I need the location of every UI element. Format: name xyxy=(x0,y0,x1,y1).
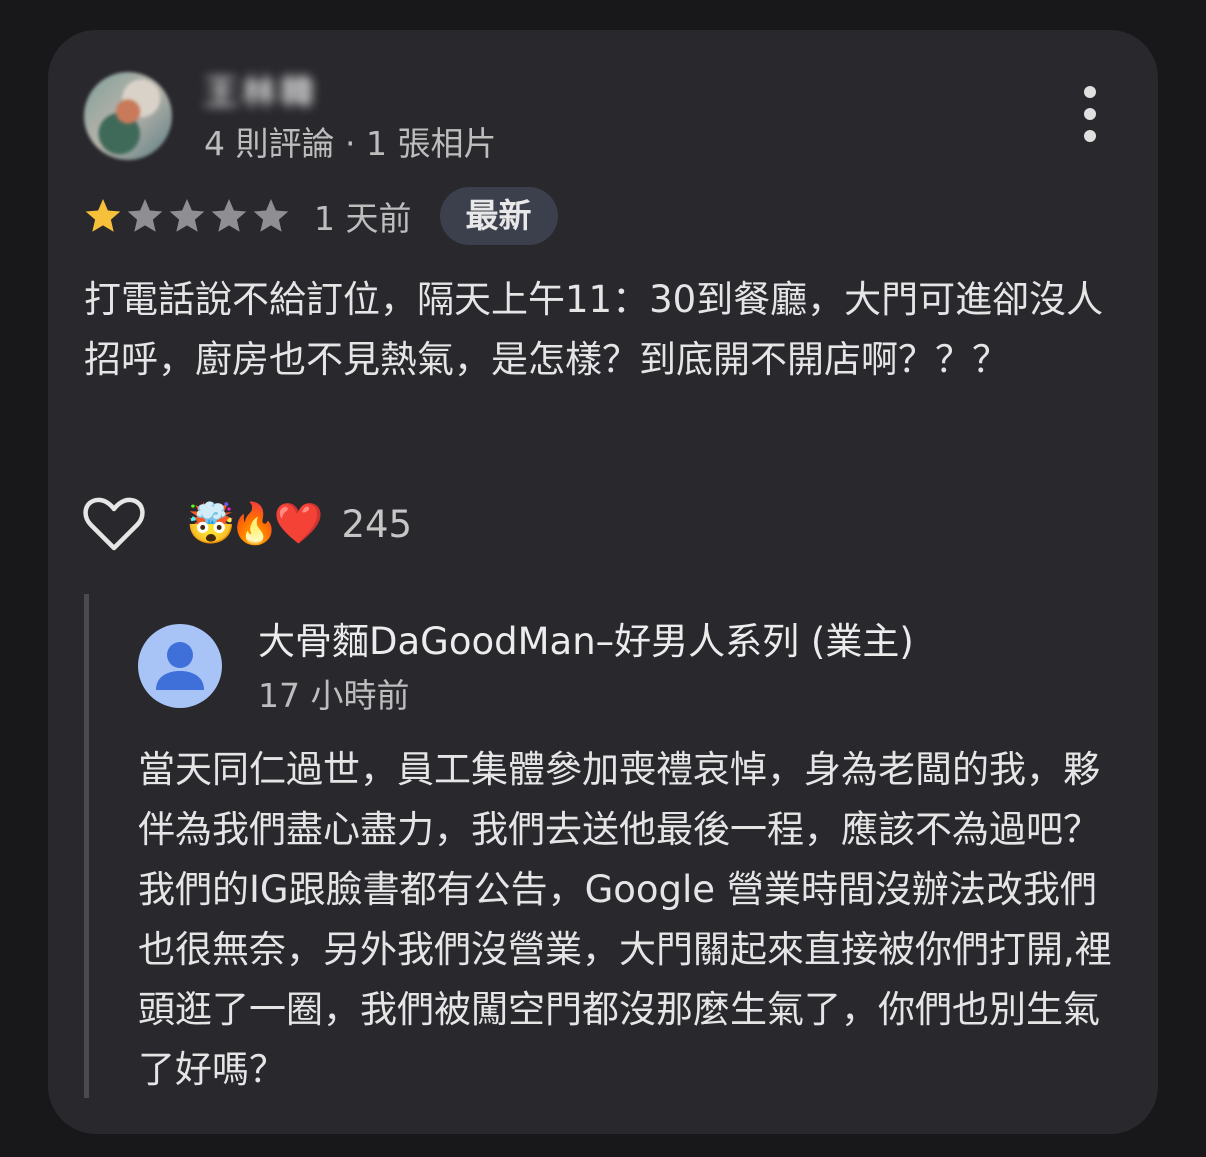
owner-reply: 大骨麵DaGoodMan–好男人系列 (業主) 17 小時前 當天同仁過世，員工… xyxy=(84,594,1114,1098)
star-empty-icon xyxy=(253,199,289,232)
exploding-head-emoji: 🤯 xyxy=(186,501,236,547)
star-empty-icon xyxy=(211,199,247,232)
review-time: 1 天前 xyxy=(314,199,412,238)
review-card: 王林韓 4 則評論 · 1 張相片 1 天前 最新 打電話說不給訂位，隔天上午1… xyxy=(48,30,1158,1134)
more-vert-icon[interactable] xyxy=(1080,86,1100,142)
star-empty-icon xyxy=(169,199,205,232)
reviewer-avatar[interactable] xyxy=(84,72,172,160)
reaction-row: 🤯 🔥 ❤️ 245 xyxy=(82,490,412,558)
reply-text: 當天同仁過世，員工集體參加喪禮哀悼，身為老闆的我，夥伴為我們盡心盡力，我們去送他… xyxy=(138,748,1112,1091)
reply-time: 17 小時前 xyxy=(258,676,410,715)
owner-name[interactable]: 大骨麵DaGoodMan–好男人系列 (業主) xyxy=(258,618,914,666)
reviewer-name[interactable]: 王林韓 xyxy=(204,70,330,116)
red-heart-emoji: ❤️ xyxy=(273,501,324,547)
person-icon[interactable] xyxy=(138,624,222,708)
star-rating xyxy=(84,197,290,235)
reaction-summary[interactable]: 🤯 🔥 ❤️ 245 xyxy=(186,503,412,546)
reaction-count: 245 xyxy=(341,502,413,546)
reply-divider xyxy=(84,594,89,1098)
star-filled-icon xyxy=(85,199,121,232)
fire-emoji: 🔥 xyxy=(229,501,280,547)
reviewer-meta: 4 則評論 · 1 張相片 xyxy=(204,124,497,163)
star-empty-icon xyxy=(127,199,163,232)
rating-row: 1 天前 最新 xyxy=(84,186,558,246)
newest-badge: 最新 xyxy=(439,187,558,245)
review-text: 打電話說不給訂位，隔天上午11：30到餐廳，大門可進卻沒人招呼，廚房也不見熱氣，… xyxy=(84,278,1104,381)
heart-outline-icon[interactable] xyxy=(82,494,146,554)
